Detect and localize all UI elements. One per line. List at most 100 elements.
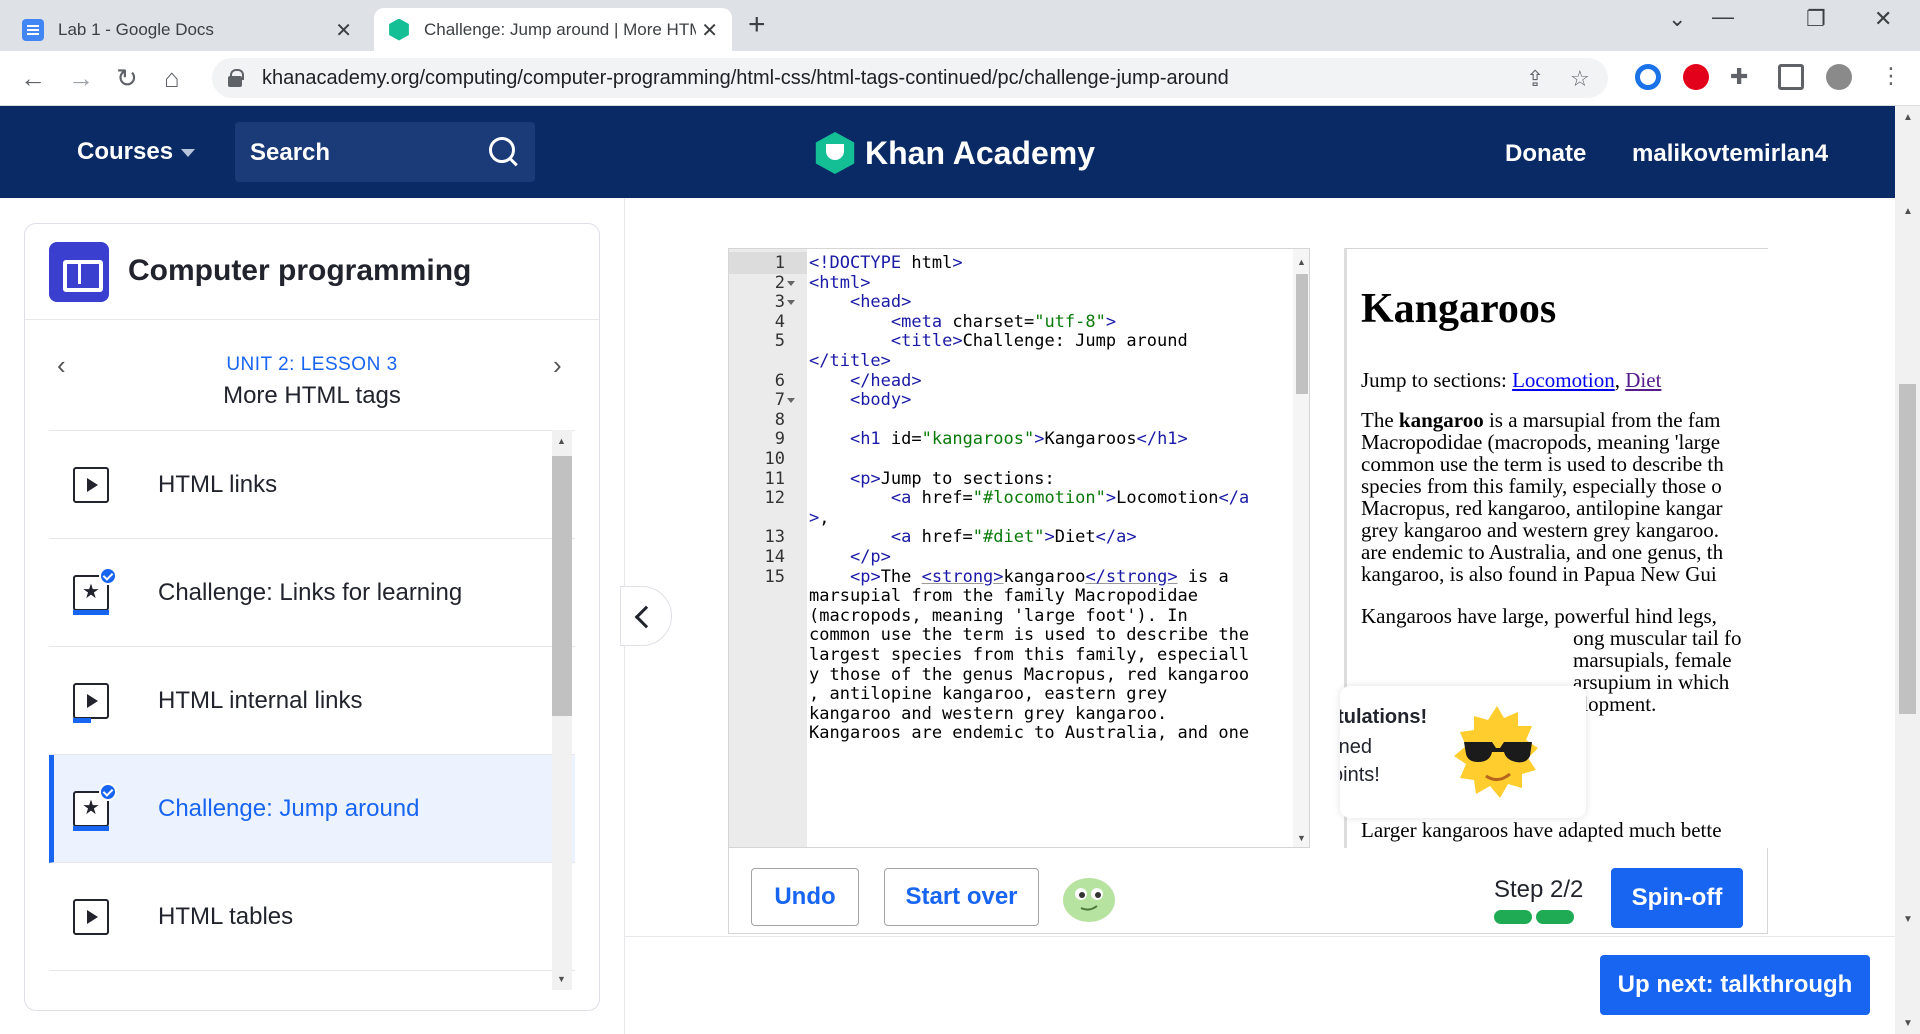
back-icon[interactable]: ← [20, 63, 46, 93]
code-line[interactable]: <body> [809, 389, 911, 411]
course-title[interactable]: Computer programming [128, 254, 471, 288]
chevron-right-icon[interactable]: › [553, 350, 562, 381]
code-line[interactable]: <h1 id="kangaroos">Kangaroos</h1> [809, 428, 1188, 450]
item-label: Challenge: Links for learning [158, 579, 463, 606]
paragraph-3: Larger kangaroos have adapted much bette [1361, 818, 1722, 842]
profile-avatar-icon[interactable] [1826, 64, 1852, 90]
lesson-list-scrollbar[interactable]: ▲ ▼ [550, 430, 574, 990]
bookmark-star-icon[interactable]: ☆ [1570, 66, 1590, 92]
scroll-up-icon[interactable]: ▲ [1903, 112, 1913, 123]
opera-extension-icon[interactable] [1683, 64, 1709, 90]
line-number-gutter: 1 2 3 4 5 6 7 8 9 10 11 12 13 14 15 [729, 249, 807, 847]
scroll-down-icon[interactable]: ▼ [1903, 1018, 1913, 1029]
khan-academy-icon [389, 18, 409, 41]
scrollbar-thumb[interactable] [552, 456, 572, 716]
spin-off-button[interactable]: Spin-off [1611, 868, 1743, 928]
code-line[interactable]: <a href="#locomotion">Locomotion</a [809, 487, 1249, 509]
lesson-item-list: HTML links Challenge: Links for learning… [49, 430, 575, 984]
check-icon [99, 783, 117, 801]
new-tab-icon[interactable]: + [748, 10, 766, 40]
fold-arrow-icon[interactable] [787, 300, 795, 306]
tab-search-icon[interactable]: ⌄ [1668, 6, 1686, 32]
scroll-down-icon[interactable]: ▼ [1903, 914, 1913, 925]
line-number: 2 [774, 272, 785, 293]
diet-link[interactable]: Diet [1625, 368, 1661, 392]
lesson-title: More HTML tags [223, 382, 401, 409]
share-icon[interactable]: ⇪ [1526, 66, 1544, 92]
minimize-icon[interactable]: — [1712, 4, 1734, 30]
video-play-icon [73, 899, 109, 935]
code-line[interactable]: Kangaroos are endemic to Australia, and … [809, 722, 1249, 744]
code-editor[interactable]: 1 2 3 4 5 6 7 8 9 10 11 12 13 14 15 <!DOCTYPE html> <ht… [728, 248, 1310, 848]
scroll-up-icon[interactable]: ▲ [1297, 257, 1306, 267]
address-bar[interactable]: khanacademy.org/computing/computer-progr… [212, 58, 1608, 98]
scroll-up-icon[interactable]: ▲ [1903, 206, 1913, 217]
courses-menu[interactable]: Courses [77, 138, 196, 166]
course-header[interactable]: Computer programming [25, 224, 599, 320]
check-icon [99, 567, 117, 585]
restore-icon[interactable]: ❐ [1806, 6, 1826, 32]
user-menu[interactable]: malikovtemirlan4 [1632, 140, 1828, 168]
book-icon [49, 242, 109, 302]
fold-arrow-icon[interactable] [787, 280, 795, 286]
search-input[interactable]: Search [235, 122, 535, 182]
close-icon[interactable]: ✕ [335, 18, 352, 43]
khan-academy-icon [815, 132, 855, 174]
editor-bottom-bar: Undo Start over Step 2/2 Spin-off [728, 848, 1768, 934]
puzzle-icon[interactable]: ✚ [1730, 64, 1748, 90]
close-icon[interactable]: ✕ [701, 18, 718, 43]
fold-arrow-icon[interactable] [787, 398, 795, 404]
step-progress-2 [1536, 910, 1574, 924]
item-label: Challenge: Jump around [158, 795, 420, 822]
scroll-down-icon[interactable]: ▼ [557, 974, 566, 984]
line-number: 4 [774, 311, 785, 332]
editor-scrollbar[interactable]: ▲ ▼ [1293, 249, 1309, 847]
item-label: HTML links [158, 471, 278, 498]
donate-link[interactable]: Donate [1505, 140, 1586, 168]
tab-khan-academy[interactable]: Challenge: Jump around | More HTML tags … [374, 8, 732, 51]
scrollbar-thumb[interactable] [1296, 274, 1308, 394]
code-area[interactable]: <!DOCTYPE html> <html> <head> <meta chars… [809, 249, 1293, 847]
locomotion-link[interactable]: Locomotion [1512, 368, 1615, 392]
oh-noes-guy-icon[interactable] [1061, 872, 1117, 924]
line-number: 3 [774, 292, 785, 313]
lock-icon[interactable] [228, 69, 244, 87]
browser-tab-bar: Lab 1 - Google Docs ✕ Challenge: Jump ar… [0, 0, 1920, 51]
list-item[interactable]: HTML internal links [49, 647, 575, 755]
extension-icon[interactable] [1635, 64, 1661, 90]
list-item-active[interactable]: Challenge: Jump around [49, 755, 575, 863]
paragraph-line: kangaroo, is also found in Papua New Gui [1361, 562, 1717, 586]
up-next-button[interactable]: Up next: talkthrough [1600, 955, 1870, 1015]
menu-dots-icon[interactable]: ⋮ [1880, 63, 1902, 89]
search-icon[interactable] [489, 137, 519, 167]
undo-button[interactable]: Undo [751, 868, 859, 926]
line-number: 5 [774, 331, 785, 352]
start-over-button[interactable]: Start over [884, 868, 1039, 926]
window-close-icon[interactable]: ✕ [1874, 6, 1892, 32]
side-panel-icon[interactable] [1778, 64, 1804, 90]
reload-icon[interactable]: ↻ [116, 63, 138, 93]
list-item[interactable]: HTML links [49, 431, 575, 539]
tab-google-docs[interactable]: Lab 1 - Google Docs ✕ [8, 8, 366, 51]
line-number: 8 [774, 409, 785, 430]
list-item[interactable]: HTML tables [49, 863, 575, 971]
line-number: 15 [764, 566, 785, 587]
scrollbar-thumb[interactable] [1899, 384, 1916, 714]
item-label: HTML internal links [158, 687, 363, 714]
scroll-down-icon[interactable]: ▼ [1297, 833, 1306, 843]
tab-title: Challenge: Jump around | More HTML tags [424, 19, 696, 39]
congrats-line-1: rned [1340, 736, 1373, 758]
mascot-sunglasses-icon [1454, 706, 1538, 798]
scroll-up-icon[interactable]: ▲ [557, 436, 566, 446]
list-item[interactable]: Challenge: Links for learning [49, 539, 575, 647]
url-text[interactable]: khanacademy.org/computing/computer-progr… [262, 67, 1229, 90]
page-scrollbar[interactable]: ▲ ▲ ▼ ▼ [1895, 106, 1920, 1034]
collapse-sidebar-button[interactable] [620, 586, 672, 646]
khan-academy-logo[interactable]: Khan Academy [815, 132, 1095, 174]
forward-icon[interactable]: → [68, 63, 94, 93]
courses-label: Courses [77, 138, 174, 165]
khan-header: Courses Search Khan Academy Donate malik… [0, 106, 1895, 198]
line-number: 14 [764, 547, 785, 567]
congratulations-popup[interactable]: atulations! rned oints! [1340, 686, 1586, 818]
home-icon[interactable]: ⌂ [164, 63, 180, 93]
